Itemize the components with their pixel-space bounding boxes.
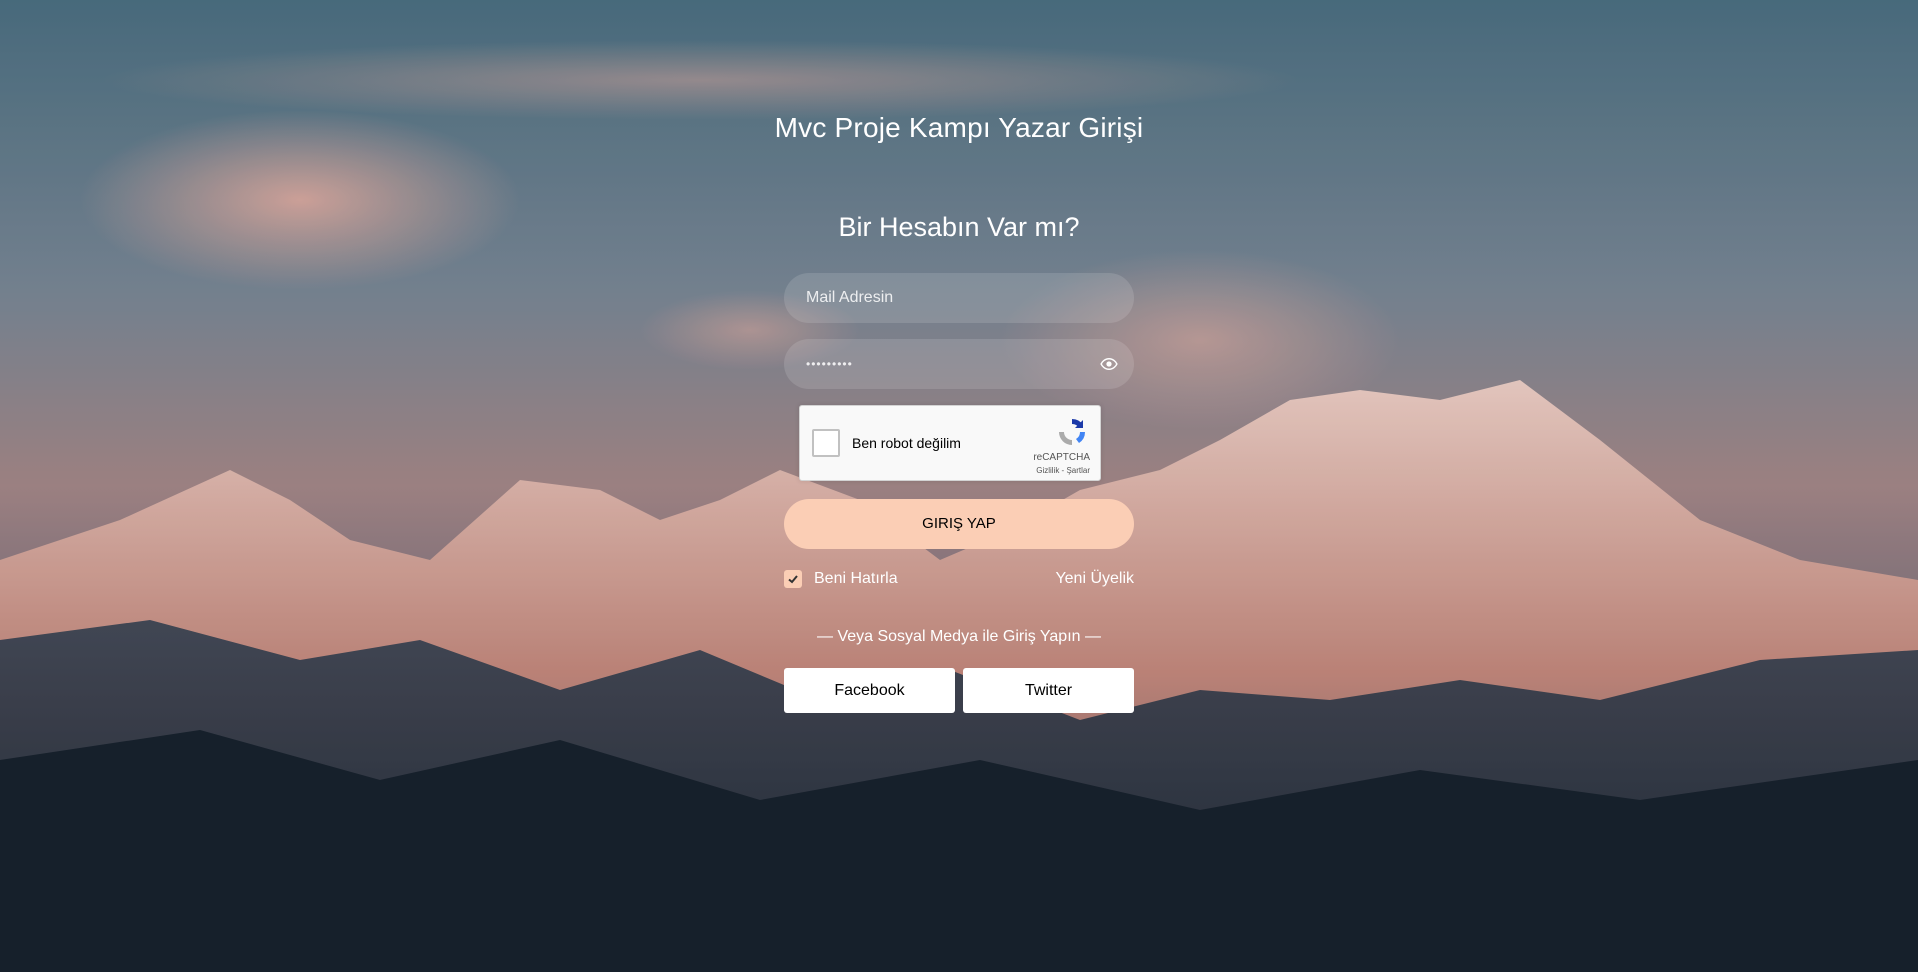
page-title: Mvc Proje Kampı Yazar Girişi <box>774 112 1144 143</box>
check-icon[interactable] <box>784 570 802 588</box>
login-button[interactable]: GIRIŞ YAP <box>784 499 1134 549</box>
remember-me-checkbox[interactable]: Beni Hatırla <box>784 570 898 588</box>
background-overlay <box>0 0 1918 972</box>
recaptcha-logo-icon <box>1056 416 1088 448</box>
mail-placeholder: Mail Adresin <box>806 289 894 306</box>
facebook-button[interactable]: Facebook <box>784 668 955 713</box>
recaptcha-widget: Ben robot değilim reCAPTCHA Gizlilik - Ş… <box>799 405 1101 481</box>
remember-me-label: Beni Hatırla <box>814 570 898 587</box>
recaptcha-checkbox[interactable] <box>812 429 840 457</box>
form-heading: Bir Hesabın Var mı? <box>838 212 1080 242</box>
recaptcha-brand: reCAPTCHA <box>1033 452 1090 463</box>
password-input[interactable]: ••••••••• <box>784 339 1134 389</box>
new-member-link[interactable]: Yeni Üyelik <box>1055 570 1134 588</box>
eye-icon[interactable] <box>1100 355 1118 373</box>
mail-input[interactable]: Mail Adresin <box>784 273 1134 323</box>
recaptcha-label: Ben robot değilim <box>852 435 961 451</box>
twitter-button[interactable]: Twitter <box>963 668 1134 713</box>
social-divider-text: — Veya Sosyal Medya ile Giriş Yapın — <box>817 628 1101 645</box>
password-value: ••••••••• <box>806 357 853 371</box>
recaptcha-terms-link[interactable]: Gizlilik - Şartlar <box>1036 466 1090 475</box>
